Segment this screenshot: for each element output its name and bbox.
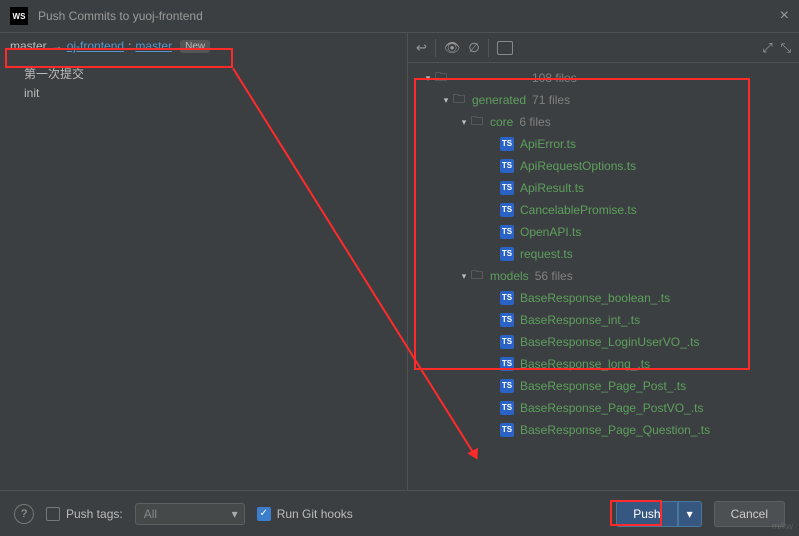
arrow-icon: → xyxy=(51,39,63,53)
ts-file-icon: TS xyxy=(500,423,514,437)
ts-file-icon: TS xyxy=(500,247,514,261)
files-toolbar: ↩ 👁 ∅ ⤢ ⤡ xyxy=(408,33,799,63)
file-label: BaseResponse_LoginUserVO_.ts xyxy=(520,335,699,349)
file-count: 108 files xyxy=(532,71,577,85)
tree-file[interactable]: TS BaseResponse_int_.ts xyxy=(408,309,799,331)
file-label: ApiRequestOptions.ts xyxy=(520,159,636,173)
tree-file[interactable]: TS request.ts xyxy=(408,243,799,265)
file-label: ApiError.ts xyxy=(520,137,576,151)
branch-bar: master → oj-frontend : master New xyxy=(0,33,407,59)
tree-file[interactable]: TS ApiResult.ts xyxy=(408,177,799,199)
push-button[interactable]: Push xyxy=(616,501,677,527)
file-count: 6 files xyxy=(519,115,550,129)
tree-file[interactable]: TS BaseResponse_Page_PostVO_.ts xyxy=(408,397,799,419)
file-label: BaseResponse_boolean_.ts xyxy=(520,291,670,305)
remote-repo-link[interactable]: oj-frontend xyxy=(67,39,124,53)
group-icon[interactable] xyxy=(497,41,513,55)
run-hooks-label: Run Git hooks xyxy=(277,507,353,521)
file-label: BaseResponse_int_.ts xyxy=(520,313,640,327)
tree-root[interactable]: ▾ 🗀 108 files xyxy=(408,67,799,89)
file-label: CancelablePromise.ts xyxy=(520,203,637,217)
checkbox-icon[interactable] xyxy=(46,507,60,521)
local-branch: master xyxy=(10,39,47,53)
tree-file[interactable]: TS CancelablePromise.ts xyxy=(408,199,799,221)
ts-file-icon: TS xyxy=(500,335,514,349)
new-badge: New xyxy=(180,40,210,53)
tree-folder[interactable]: ▾ 🗀 models 56 files xyxy=(408,265,799,287)
collapse-icon[interactable]: ⤡ xyxy=(781,40,791,56)
chevron-down-icon[interactable]: ▾ xyxy=(422,73,434,84)
ts-file-icon: TS xyxy=(500,313,514,327)
file-label: BaseResponse_Page_Post_.ts xyxy=(520,379,686,393)
commit-item[interactable]: 第一次提交 xyxy=(0,63,407,84)
commit-item[interactable]: init xyxy=(0,84,407,102)
branch-sep: : xyxy=(128,39,131,53)
file-label: ApiResult.ts xyxy=(520,181,584,195)
tree-file[interactable]: TS BaseResponse_long_.ts xyxy=(408,353,799,375)
checkbox-icon[interactable] xyxy=(257,507,271,521)
commit-list: 第一次提交 init xyxy=(0,59,407,490)
help-button[interactable]: ? xyxy=(14,504,34,524)
ts-file-icon: TS xyxy=(500,203,514,217)
tag-icon[interactable]: ∅ xyxy=(468,40,479,56)
ts-file-icon: TS xyxy=(500,379,514,393)
push-button-group: Push ▾ xyxy=(616,501,701,527)
folder-icon: 🗀 xyxy=(470,115,484,129)
ts-file-icon: TS xyxy=(500,225,514,239)
back-arrow-icon[interactable]: ↩ xyxy=(416,40,427,56)
ts-file-icon: TS xyxy=(500,291,514,305)
chevron-down-icon[interactable]: ▾ xyxy=(458,271,470,282)
file-label: BaseResponse_Page_PostVO_.ts xyxy=(520,401,703,415)
folder-icon: 🗀 xyxy=(452,93,466,107)
eye-icon[interactable]: 👁 xyxy=(444,40,461,56)
ts-file-icon: TS xyxy=(500,401,514,415)
push-tags-checkbox[interactable]: Push tags: xyxy=(46,507,123,521)
push-dropdown[interactable]: ▾ xyxy=(678,501,702,527)
file-label: request.ts xyxy=(520,247,573,261)
close-icon[interactable]: × xyxy=(780,7,789,25)
ts-file-icon: TS xyxy=(500,137,514,151)
push-tags-select[interactable]: All xyxy=(135,503,245,525)
chevron-down-icon[interactable]: ▾ xyxy=(458,117,470,128)
ts-file-icon: TS xyxy=(500,181,514,195)
tree-file[interactable]: TS BaseResponse_LoginUserVO_.ts xyxy=(408,331,799,353)
tree-file[interactable]: TS ApiRequestOptions.ts xyxy=(408,155,799,177)
file-label: BaseResponse_long_.ts xyxy=(520,357,650,371)
app-logo: WS xyxy=(10,7,28,25)
tree-folder[interactable]: ▾ 🗀 generated 71 files xyxy=(408,89,799,111)
tree-file[interactable]: TS BaseResponse_Page_Question_.ts xyxy=(408,419,799,441)
file-count: 71 files xyxy=(532,93,570,107)
ts-file-icon: TS xyxy=(500,159,514,173)
file-count: 56 files xyxy=(535,269,573,283)
tree-file[interactable]: TS OpenAPI.ts xyxy=(408,221,799,243)
folder-label: models xyxy=(490,269,529,283)
file-label: BaseResponse_Page_Question_.ts xyxy=(520,423,710,437)
window-title: Push Commits to yuoj-frontend xyxy=(38,9,780,23)
folder-icon: 🗀 xyxy=(434,71,448,85)
run-hooks-checkbox[interactable]: Run Git hooks xyxy=(257,507,353,521)
push-tags-label: Push tags: xyxy=(66,507,123,521)
remote-branch-link[interactable]: master xyxy=(135,39,172,53)
tree-file[interactable]: TS BaseResponse_Page_Post_.ts xyxy=(408,375,799,397)
chevron-down-icon[interactable]: ▾ xyxy=(440,95,452,106)
ts-file-icon: TS xyxy=(500,357,514,371)
tree-folder[interactable]: ▾ 🗀 core 6 files xyxy=(408,111,799,133)
files-pane: ↩ 👁 ∅ ⤢ ⤡ ▾ 🗀 108 files ▾ 🗀 generated 71… xyxy=(408,33,799,490)
tree-file[interactable]: TS ApiError.ts xyxy=(408,133,799,155)
tree-file[interactable]: TS BaseResponse_boolean_.ts xyxy=(408,287,799,309)
dialog-footer: ? Push tags: All Run Git hooks Push ▾ Ca… xyxy=(0,490,799,536)
file-label: OpenAPI.ts xyxy=(520,225,581,239)
folder-label: generated xyxy=(472,93,526,107)
expand-icon[interactable]: ⤢ xyxy=(762,40,772,56)
folder-icon: 🗀 xyxy=(470,269,484,283)
file-tree[interactable]: ▾ 🗀 108 files ▾ 🗀 generated 71 files ▾ 🗀… xyxy=(408,63,799,490)
commits-pane: master → oj-frontend : master New 第一次提交 … xyxy=(0,33,408,490)
cancel-button[interactable]: Cancel xyxy=(714,501,785,527)
folder-label: core xyxy=(490,115,513,129)
